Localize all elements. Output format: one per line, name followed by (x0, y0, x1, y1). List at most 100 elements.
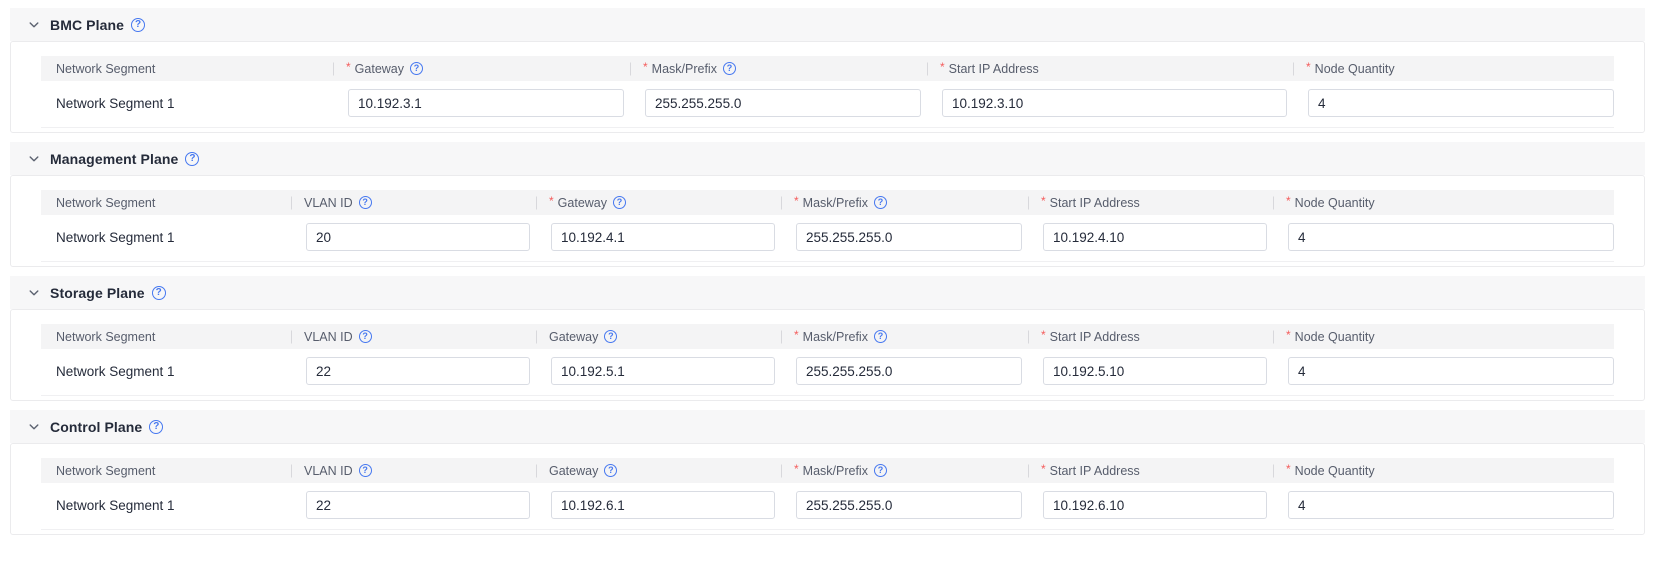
section-management-plane: Management Plane ? Network Segment VLAN … (10, 142, 1645, 267)
section-panel: Network Segment VLAN ID ? Gateway ? * Ma… (10, 443, 1645, 535)
node-quantity-input[interactable] (1308, 89, 1614, 117)
column-label: Start IP Address (948, 61, 1039, 76)
column-label: Network Segment (56, 61, 156, 76)
section-panel: Network Segment VLAN ID ? Gateway ? * Ma… (10, 309, 1645, 401)
required-asterisk: * (794, 327, 799, 342)
column-separator (927, 62, 928, 75)
chevron-down-icon[interactable] (28, 287, 40, 299)
mask-prefix-input[interactable] (645, 89, 921, 117)
help-icon[interactable]: ? (131, 17, 146, 32)
column-header-mask-prefix: * Mask/Prefix ? (630, 60, 927, 76)
config-table: Network Segment * Gateway ? * Mask/Prefi… (41, 56, 1614, 128)
column-header-gateway: Gateway ? (536, 464, 781, 478)
table-cell (1028, 223, 1273, 251)
start-ip-address-input[interactable] (1043, 223, 1267, 251)
node-quantity-input[interactable] (1288, 357, 1614, 385)
mask-prefix-input[interactable] (796, 491, 1022, 519)
column-separator (291, 330, 292, 343)
chevron-down-icon[interactable] (28, 421, 40, 433)
column-separator (1028, 464, 1029, 477)
table-cell (291, 223, 536, 251)
table-cell (291, 357, 536, 385)
column-separator (1028, 196, 1029, 209)
network-segment-cell: Network Segment 1 (56, 497, 175, 513)
help-icon[interactable]: ? (873, 464, 887, 477)
help-icon[interactable]: ? (604, 330, 618, 343)
help-icon[interactable]: ? (358, 464, 372, 477)
column-label: Start IP Address (1049, 329, 1140, 344)
column-label: Node Quantity (1294, 463, 1375, 478)
required-asterisk: * (346, 59, 351, 74)
help-icon[interactable]: ? (149, 419, 164, 434)
column-header-vlan-id: VLAN ID ? (291, 196, 536, 210)
help-icon[interactable]: ? (358, 196, 372, 209)
gateway-input[interactable] (551, 357, 775, 385)
help-icon[interactable]: ? (358, 330, 372, 343)
column-separator (1028, 330, 1029, 343)
column-header-start-ip-address: * Start IP Address (1028, 328, 1273, 344)
mask-prefix-input[interactable] (796, 223, 1022, 251)
table-row: Network Segment 1 (41, 349, 1614, 396)
help-icon[interactable]: ? (613, 196, 627, 209)
chevron-down-icon[interactable] (28, 153, 40, 165)
chevron-down-icon[interactable] (28, 19, 40, 31)
start-ip-address-input[interactable] (942, 89, 1287, 117)
required-asterisk: * (1286, 461, 1291, 476)
table-header-row: Network Segment VLAN ID ? Gateway ? * Ma… (41, 324, 1614, 349)
table-header-row: Network Segment VLAN ID ? Gateway ? * Ma… (41, 458, 1614, 483)
column-label: Gateway (549, 329, 599, 344)
help-icon[interactable]: ? (722, 62, 736, 75)
column-separator (781, 464, 782, 477)
required-asterisk: * (794, 193, 799, 208)
help-icon[interactable]: ? (873, 330, 887, 343)
table-header-row: Network Segment VLAN ID ? * Gateway ? * … (41, 190, 1614, 215)
column-separator (333, 62, 334, 75)
section-header[interactable]: Storage Plane ? (10, 276, 1645, 309)
help-icon[interactable]: ? (604, 464, 618, 477)
table-header-row: Network Segment * Gateway ? * Mask/Prefi… (41, 56, 1614, 81)
start-ip-address-input[interactable] (1043, 357, 1267, 385)
config-table: Network Segment VLAN ID ? * Gateway ? * … (41, 190, 1614, 262)
column-separator (781, 330, 782, 343)
vlan-id-input[interactable] (306, 491, 530, 519)
column-separator (1273, 196, 1274, 209)
column-header-gateway: Gateway ? (536, 330, 781, 344)
column-header-mask-prefix: * Mask/Prefix ? (781, 327, 1028, 344)
table-cell (1273, 491, 1614, 519)
table-cell (781, 357, 1028, 385)
required-asterisk: * (1041, 193, 1046, 208)
node-quantity-input[interactable] (1288, 223, 1614, 251)
config-table: Network Segment VLAN ID ? Gateway ? * Ma… (41, 458, 1614, 530)
gateway-input[interactable] (551, 223, 775, 251)
column-header-network-segment: Network Segment (41, 464, 291, 478)
section-header[interactable]: Management Plane ? (10, 142, 1645, 175)
mask-prefix-input[interactable] (796, 357, 1022, 385)
vlan-id-input[interactable] (306, 357, 530, 385)
help-icon[interactable]: ? (185, 151, 200, 166)
gateway-input[interactable] (551, 491, 775, 519)
help-icon[interactable]: ? (873, 196, 887, 209)
column-separator (1273, 330, 1274, 343)
required-asterisk: * (549, 193, 554, 208)
table-row: Network Segment 1 (41, 81, 1614, 128)
section-header[interactable]: BMC Plane ? (10, 8, 1645, 41)
help-icon[interactable]: ? (410, 62, 424, 75)
network-segment-cell: Network Segment 1 (56, 363, 175, 379)
start-ip-address-input[interactable] (1043, 491, 1267, 519)
section-title: Management Plane (50, 150, 179, 167)
section-header[interactable]: Control Plane ? (10, 410, 1645, 443)
required-asterisk: * (1286, 193, 1291, 208)
column-label: Gateway (354, 61, 405, 76)
table-cell (1273, 357, 1614, 385)
column-separator (781, 196, 782, 209)
required-asterisk: * (940, 59, 945, 74)
help-icon[interactable]: ? (151, 285, 166, 300)
column-separator (1273, 464, 1274, 477)
column-separator (630, 62, 631, 75)
column-header-vlan-id: VLAN ID ? (291, 330, 536, 344)
node-quantity-input[interactable] (1288, 491, 1614, 519)
gateway-input[interactable] (348, 89, 624, 117)
required-asterisk: * (1306, 59, 1311, 74)
table-cell (1028, 357, 1273, 385)
vlan-id-input[interactable] (306, 223, 530, 251)
